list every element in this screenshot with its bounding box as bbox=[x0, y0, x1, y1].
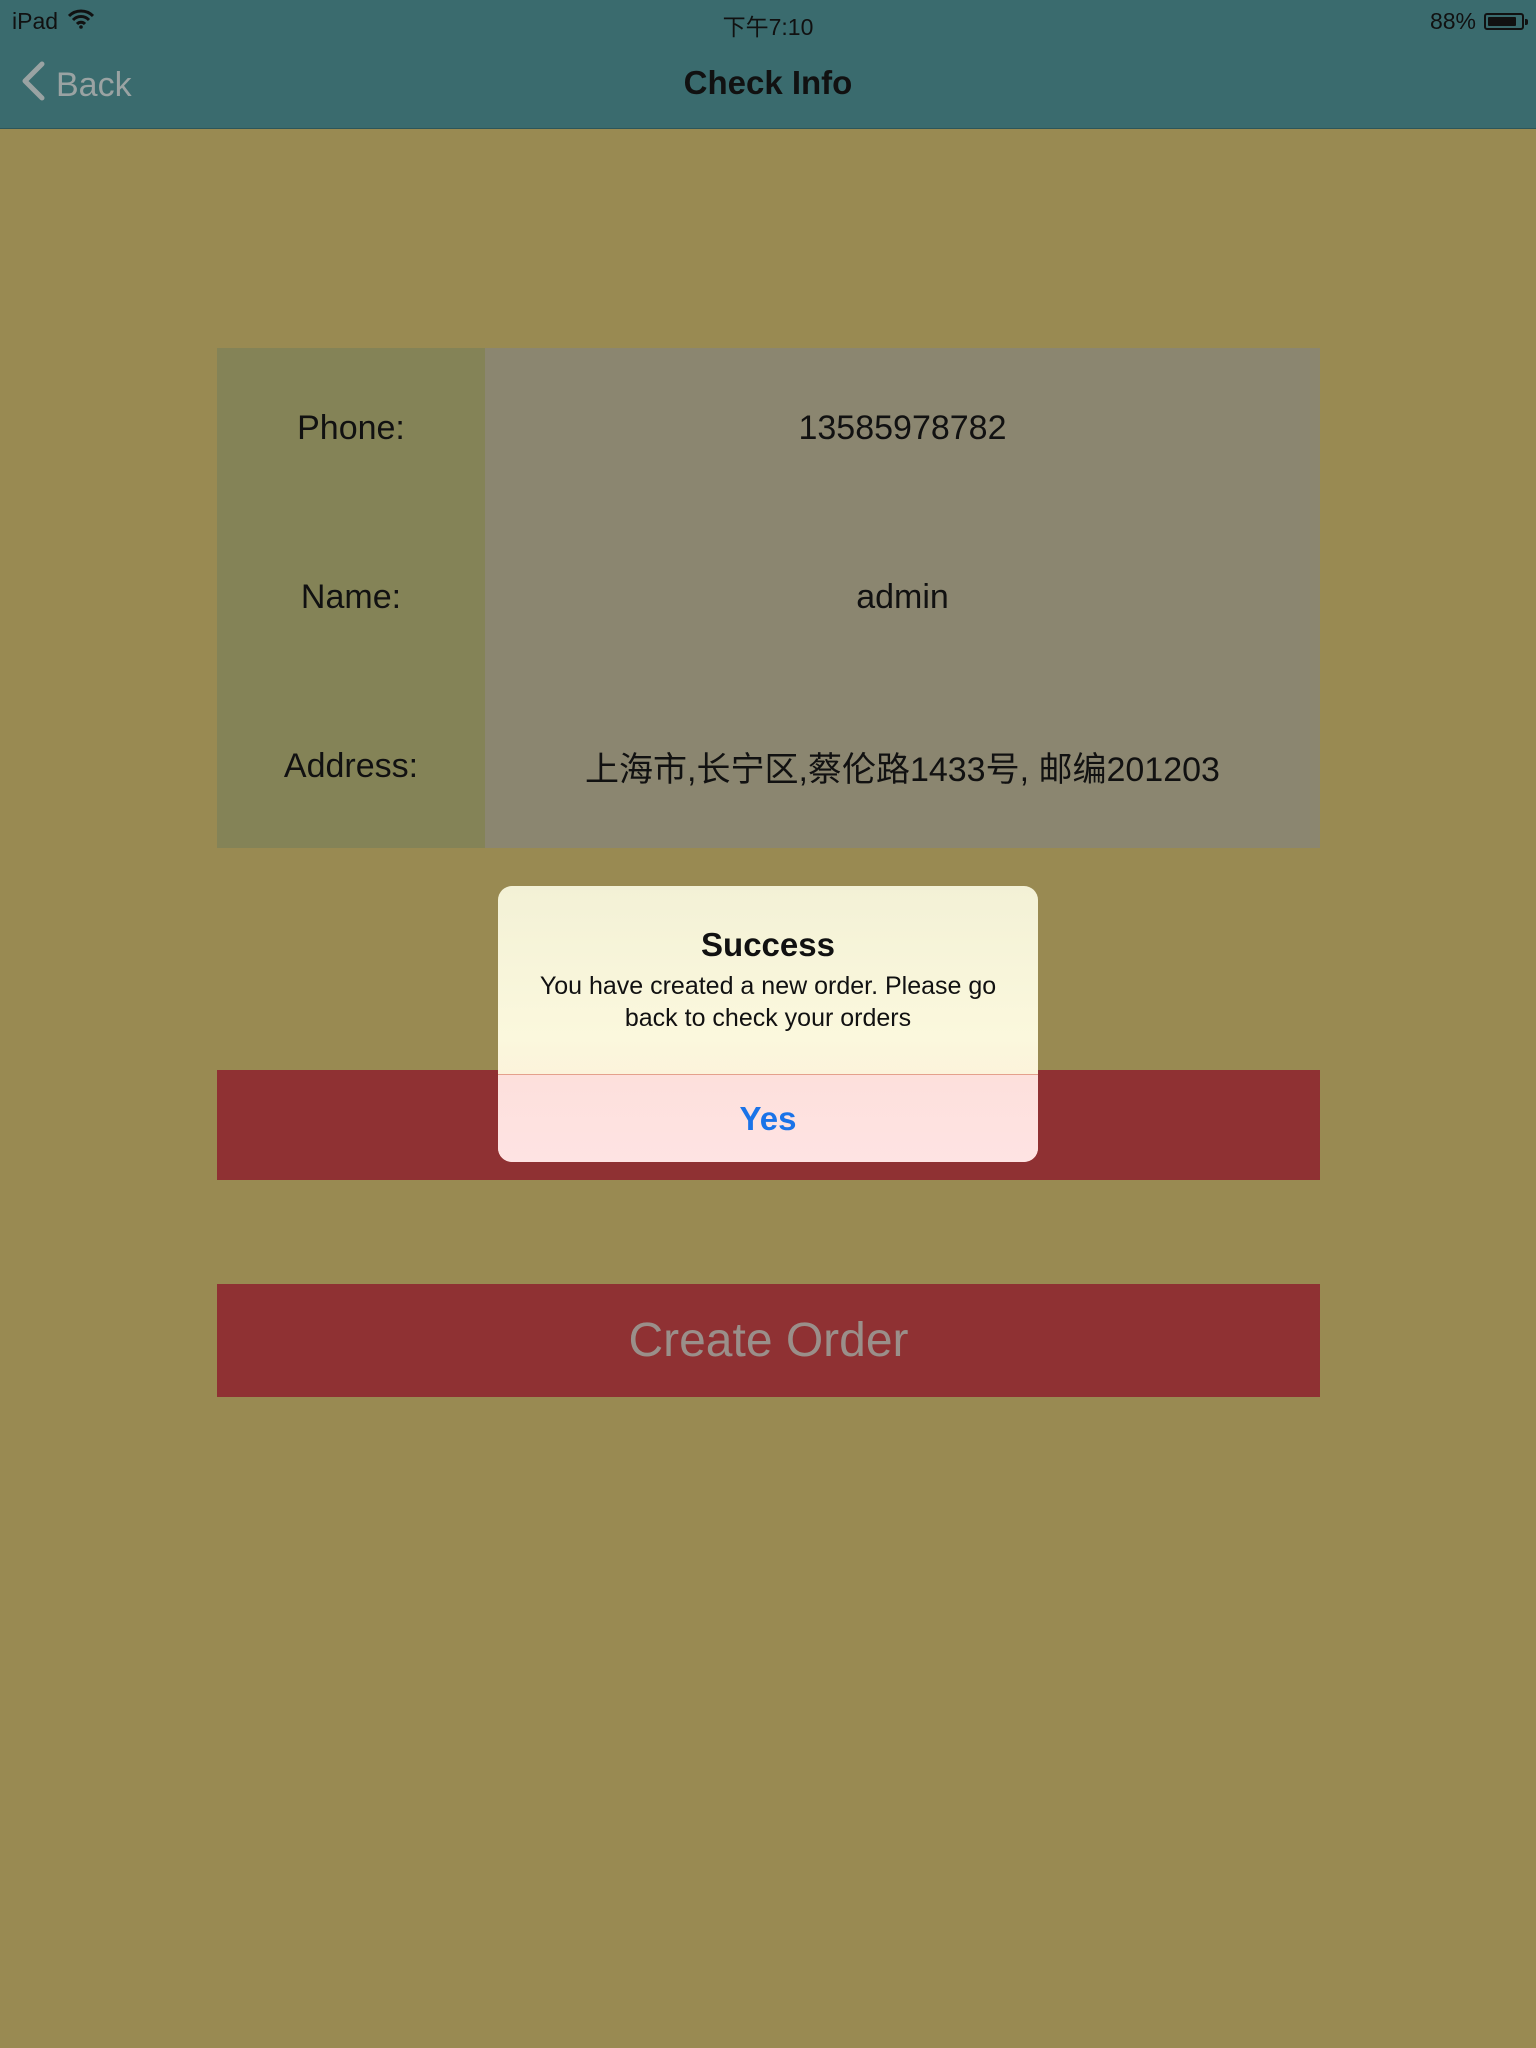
phone-value: 13585978782 bbox=[798, 408, 1007, 447]
success-alert: Success You have created a new order. Pl… bbox=[498, 886, 1038, 1162]
create-order-button[interactable]: Create Order bbox=[217, 1284, 1320, 1397]
alert-title: Success bbox=[701, 926, 835, 963]
alert-yes-button[interactable]: Yes bbox=[498, 1075, 1038, 1162]
battery-percent: 88% bbox=[1429, 8, 1476, 34]
battery-icon bbox=[1484, 13, 1528, 30]
page-title: Check Info bbox=[683, 64, 853, 101]
navigation-bar: Back Check Info bbox=[0, 42, 1536, 129]
address-value: 上海市,长宁区,蔡伦路1433号, 邮编201203 bbox=[585, 750, 1220, 789]
battery-fill bbox=[1488, 17, 1517, 26]
name-label: Name: bbox=[300, 577, 402, 616]
create-order-label: Create Order bbox=[628, 1314, 909, 1367]
phone-label: Phone: bbox=[297, 408, 405, 447]
status-bar: iPad 下午7:10 88% bbox=[0, 0, 1536, 42]
address-label: Address: bbox=[283, 746, 419, 785]
status-bar-right: 88% bbox=[1429, 8, 1528, 35]
name-value: admin bbox=[856, 577, 949, 616]
phone-row: Phone: 13585978782 bbox=[217, 383, 1320, 473]
alert-message: You have created a new order. Please go … bbox=[539, 972, 997, 1032]
battery-tip bbox=[1525, 19, 1528, 25]
alert-yes-label: Yes bbox=[739, 1099, 797, 1137]
address-row: Address: 上海市,长宁区,蔡伦路1433号, 邮编201203 bbox=[217, 721, 1320, 811]
name-row: Name: admin bbox=[217, 552, 1320, 642]
clock: 下午7:10 bbox=[722, 14, 814, 40]
